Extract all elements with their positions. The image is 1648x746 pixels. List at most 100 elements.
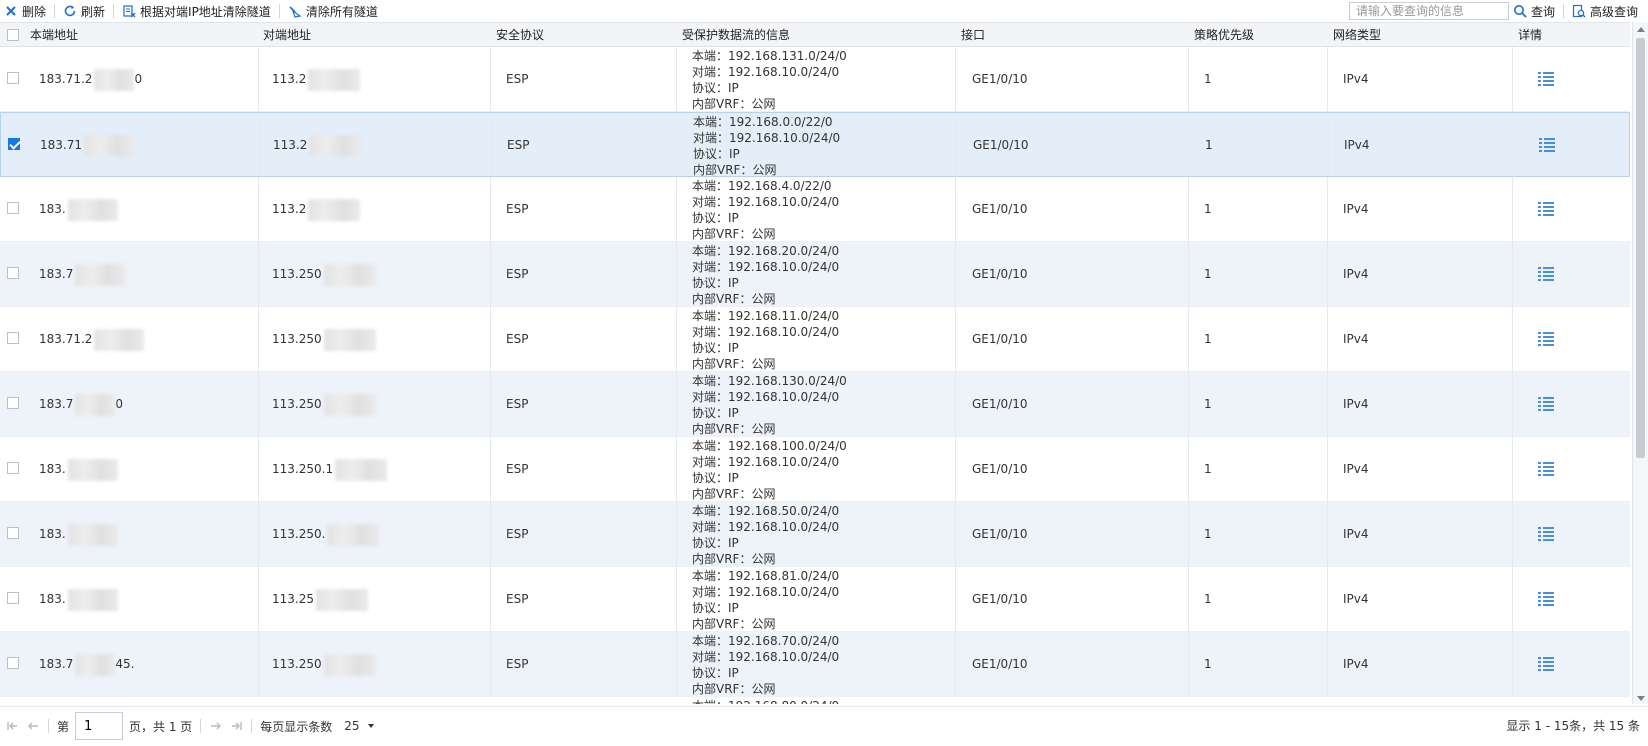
row-checkbox[interactable]: [7, 657, 19, 669]
row-checkbox[interactable]: [7, 462, 19, 474]
row-checkbox[interactable]: [7, 332, 19, 344]
column-header-local-address[interactable]: 本端地址: [30, 23, 78, 47]
column-header-interface[interactable]: 接口: [961, 23, 985, 47]
page-number-input[interactable]: [75, 712, 124, 740]
column-divider: [955, 502, 956, 567]
redacted-mask: [323, 653, 376, 676]
flow-vrf-value: 公网: [751, 552, 776, 566]
list-detail-icon[interactable]: [1538, 332, 1554, 346]
network-type-cell: IPv4: [1343, 267, 1369, 281]
flow-remote-value: 192.168.10.0/24/0: [728, 325, 840, 339]
vertical-scrollbar[interactable]: [1632, 22, 1648, 704]
row-checkbox[interactable]: [7, 592, 19, 604]
flow-info-cell: 本端：192.168.50.0/24/0 对端：192.168.10.0/24/…: [692, 503, 839, 567]
table-row[interactable]: 183. 113.2 ESP 本端：192.168.4.0/22/0 对端：19…: [0, 177, 1630, 242]
table-row[interactable]: 183.71.2 113.250 ESP 本端：192.168.11.0/24/…: [0, 307, 1630, 372]
column-divider: [258, 502, 259, 567]
search-input[interactable]: [1348, 2, 1509, 20]
column-header-priority[interactable]: 策略优先级: [1194, 23, 1254, 47]
protocol-cell: ESP: [506, 397, 529, 411]
flow-remote-line: 对端：192.168.10.0/24/0: [692, 64, 847, 80]
list-detail-icon[interactable]: [1538, 72, 1554, 86]
flow-proto-value: IP: [728, 81, 739, 95]
delete-button[interactable]: 删除: [0, 0, 50, 22]
clear-by-peer-button[interactable]: 根据对端IP地址清除隧道: [118, 0, 275, 22]
list-detail-icon[interactable]: [1538, 267, 1554, 281]
row-checkbox[interactable]: [8, 138, 20, 150]
scrollbar-thumb[interactable]: [1636, 38, 1645, 458]
record-summary: 显示 1 - 15条，共 15 条: [1506, 719, 1640, 733]
table-row[interactable]: 183.7 0 113.250 ESP 本端：192.168.130.0/24/0…: [0, 372, 1630, 437]
peer-address: 113.250: [272, 332, 322, 346]
query-button[interactable]: 查询: [1509, 0, 1559, 22]
first-page-icon[interactable]: [6, 719, 20, 733]
table-row[interactable]: 183.7 113.250 ESP 本端：192.168.20.0/24/0 对…: [0, 242, 1630, 307]
list-detail-icon[interactable]: [1538, 592, 1554, 606]
previous-page-icon[interactable]: [26, 719, 40, 733]
flow-vrf-line: 内部VRF：公网: [692, 291, 839, 307]
flow-vrf-label: 内部VRF：: [692, 292, 752, 306]
priority-cell: 1: [1204, 527, 1212, 541]
scroll-up-arrow-icon[interactable]: [1637, 27, 1645, 32]
column-divider: [676, 47, 677, 112]
select-all-checkbox[interactable]: [7, 29, 19, 41]
scroll-down-arrow-icon[interactable]: [1637, 696, 1645, 701]
flow-local-line: 本端：192.168.80.0/24/0: [692, 698, 839, 704]
column-divider: [490, 307, 491, 372]
column-divider: [955, 177, 956, 242]
column-divider: [258, 47, 259, 112]
table-row[interactable]: 183.7 45. 113.250 ESP 本端：192.168.70.0/24/…: [0, 632, 1630, 697]
pager-divider: [200, 719, 202, 733]
row-checkbox[interactable]: [7, 267, 19, 279]
interface-cell: GE1/0/10: [973, 138, 1029, 152]
peer-address: 113.250.1: [272, 462, 334, 476]
list-detail-icon[interactable]: [1538, 202, 1554, 216]
redacted-mask: [308, 68, 361, 91]
per-page-select[interactable]: 25: [344, 719, 374, 733]
column-header-protocol[interactable]: 安全协议: [496, 23, 544, 47]
list-detail-icon[interactable]: [1538, 657, 1554, 671]
column-header-peer-address[interactable]: 对端地址: [263, 23, 311, 47]
table-row[interactable]: 183.71 113.2 ESP 本端：192.168.0.0/22/0 对端：…: [0, 112, 1630, 178]
interface-cell: GE1/0/10: [972, 592, 1028, 606]
table-row[interactable]: 183.71.2 0 113.2 ESP 本端：192.168.131.0/24/…: [0, 47, 1630, 112]
row-checkbox[interactable]: [7, 72, 19, 84]
table-row[interactable]: 183. 113.250. ESP 本端：192.168.50.0/24/0 对…: [0, 502, 1630, 567]
row-checkbox[interactable]: [7, 397, 19, 409]
list-detail-icon[interactable]: [1538, 397, 1554, 411]
flow-proto-label: 协议：: [692, 81, 729, 95]
table-row[interactable]: 183. 113.250.1 ESP 本端：192.168.100.0/24/0…: [0, 437, 1630, 502]
flow-remote-line: 对端：192.168.10.0/24/0: [692, 194, 839, 210]
table-row[interactable]: 183. 113.25 ESP 本端：192.168.81.0/24/0 对端：…: [0, 567, 1630, 632]
flow-proto-line: 协议：IP: [692, 470, 847, 486]
column-divider: [956, 113, 957, 178]
next-page-icon[interactable]: [209, 719, 223, 733]
flow-vrf-line: 内部VRF：公网: [692, 421, 847, 437]
column-header-network-type[interactable]: 网络类型: [1333, 23, 1381, 47]
flow-local-line: 本端：192.168.70.0/24/0: [692, 633, 839, 649]
flow-remote-value: 192.168.10.0/24/0: [728, 650, 840, 664]
local-address-tail: 45.: [115, 657, 135, 671]
flow-remote-label: 对端：: [692, 390, 729, 404]
priority-cell: 1: [1204, 657, 1212, 671]
flow-info-cell: 本端：192.168.131.0/24/0 对端：192.168.10.0/24…: [692, 48, 847, 112]
last-page-icon[interactable]: [229, 719, 243, 733]
list-detail-icon[interactable]: [1538, 462, 1554, 476]
advanced-query-label: 高级查询: [1589, 4, 1638, 19]
list-detail-icon[interactable]: [1539, 138, 1555, 152]
flow-proto-label: 协议：: [692, 536, 729, 550]
table-row-partial[interactable]: 本端：192.168.80.0/24/0: [0, 697, 1630, 704]
list-detail-icon[interactable]: [1538, 527, 1554, 541]
refresh-button[interactable]: 刷新: [59, 0, 109, 22]
column-divider: [490, 502, 491, 567]
local-address-cell: 183.7 45.: [39, 632, 134, 697]
row-checkbox[interactable]: [7, 202, 19, 214]
clear-all-button[interactable]: 清除所有隧道: [284, 0, 382, 22]
flow-remote-line: 对端：192.168.10.0/24/0: [692, 259, 839, 275]
advanced-search-icon: [1572, 4, 1586, 18]
peer-address: 113.2: [273, 138, 308, 152]
redacted-mask: [323, 393, 376, 416]
column-header-flow-info[interactable]: 受保护数据流的信息: [682, 23, 790, 47]
row-checkbox[interactable]: [7, 527, 19, 539]
advanced-query-button[interactable]: 高级查询: [1568, 0, 1642, 22]
